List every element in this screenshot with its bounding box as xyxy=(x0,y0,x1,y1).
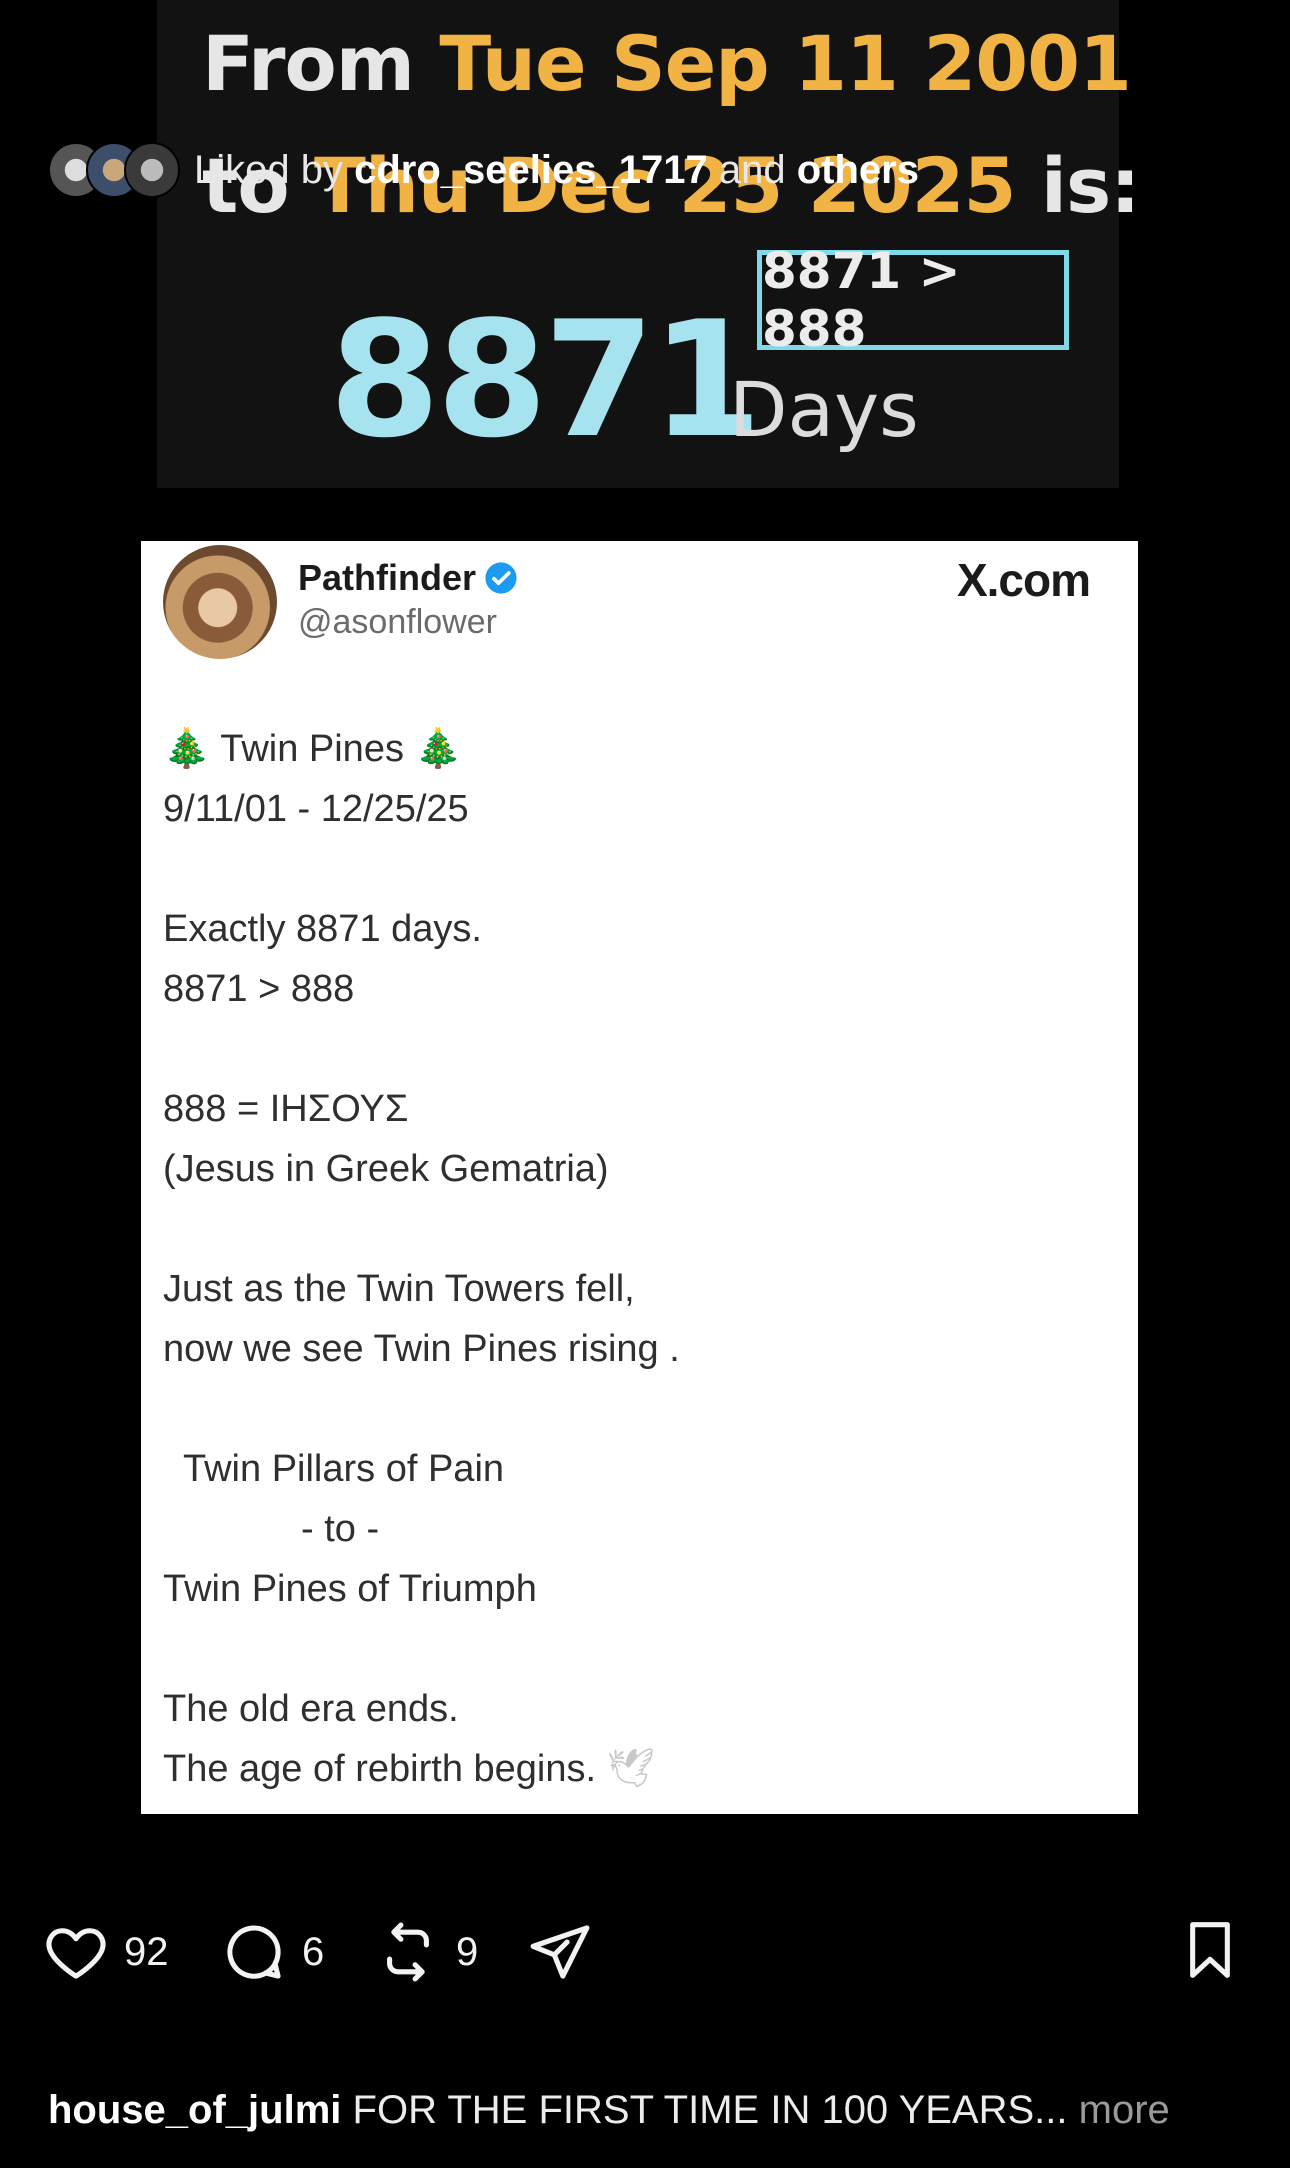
dove-icon: 🕊 xyxy=(606,1748,655,1790)
banner-unit: Days xyxy=(729,365,919,454)
tweet-dates: 9/11/01 - 12/25/25 xyxy=(163,788,469,830)
author-name-row: Pathfinder xyxy=(298,557,518,599)
comment-button[interactable]: 6 xyxy=(220,1918,324,1986)
repost-icon xyxy=(387,1922,429,1982)
tweet-text: 🎄 Twin Pines 🎄 9/11/01 - 12/25/25 Exactl… xyxy=(163,719,1113,1799)
tree-icon: 🎄 xyxy=(414,728,462,770)
source-label: X.com xyxy=(956,554,1091,606)
banner-start-date: Tue Sep 11 2001 xyxy=(439,19,1131,108)
send-icon xyxy=(530,1925,590,1979)
tweet-to: - to - xyxy=(301,1508,380,1550)
banner-day-count: 8871 xyxy=(329,286,762,473)
caption-username-link[interactable]: house_of_julmi xyxy=(48,2088,341,2132)
tweet-triumph: Twin Pines of Triumph xyxy=(163,1568,537,1610)
banner-line-from: From Tue Sep 11 2001 xyxy=(202,26,1132,102)
liked-by-prefix: Liked by xyxy=(194,147,343,192)
like-count: 92 xyxy=(124,1929,169,1974)
tweet-rebirth-row: The age of rebirth begins. 🕊 xyxy=(163,1739,1113,1799)
tweet-pines-rising: now we see Twin Pines rising . xyxy=(163,1328,680,1370)
heart-icon xyxy=(46,1928,106,1979)
banner-image: From Tue Sep 11 2001 to Thu Dec 25 2025 … xyxy=(157,0,1141,488)
like-button[interactable]: 92 xyxy=(42,1918,169,1986)
tweet-exact-days: Exactly 8871 days. xyxy=(163,908,482,950)
liker-avatars xyxy=(48,142,180,198)
avatar xyxy=(163,545,277,659)
tweet-line-title: 🎄 Twin Pines 🎄 xyxy=(163,719,1113,779)
share-button[interactable] xyxy=(526,1918,594,1986)
post-caption: house_of_julmi FOR THE FIRST TIME IN 100… xyxy=(48,2088,1170,2133)
verified-badge-icon xyxy=(485,562,517,594)
banner-comparison-box: 8871 > 888 xyxy=(757,242,1069,358)
tweet-title: Twin Pines xyxy=(220,728,404,770)
tweet-compare: 8871 > 888 xyxy=(163,968,355,1010)
caption-more-link[interactable]: more xyxy=(1079,2088,1170,2132)
tweet-greek: 888 = ΙΗΣΟΥΣ xyxy=(163,1088,409,1130)
tweet-towers: Just as the Twin Towers fell, xyxy=(163,1268,635,1310)
comment-icon xyxy=(227,1925,281,1979)
tree-icon: 🎄 xyxy=(163,728,211,770)
liked-by-user-link[interactable]: cdro_seelies_1717 xyxy=(354,148,708,193)
liked-by-row[interactable]: Liked by cdro_seelies_1717 and others xyxy=(48,142,919,198)
liked-by-others-link[interactable]: others xyxy=(797,148,919,193)
repost-count: 9 xyxy=(456,1929,479,1974)
bookmark-icon xyxy=(1190,1922,1230,1978)
caption-text: FOR THE FIRST TIME IN 100 YEARS... xyxy=(352,2088,1068,2132)
author-handle: @asonflower xyxy=(298,603,497,641)
tweet-rebirth: The age of rebirth begins. xyxy=(163,1748,597,1790)
liked-by-and: and xyxy=(718,147,786,192)
repost-button[interactable]: 9 xyxy=(374,1918,478,1986)
avatar xyxy=(124,142,180,198)
tweet-era: The old era ends. xyxy=(163,1688,459,1730)
tweet-pillars: Twin Pillars of Pain xyxy=(183,1448,505,1490)
banner-from-word: From xyxy=(202,19,415,108)
tweet-greek-note: (Jesus in Greek Gematria) xyxy=(163,1148,609,1190)
banner-is-word: is: xyxy=(1040,141,1141,230)
comment-count: 6 xyxy=(302,1929,325,1974)
save-button[interactable] xyxy=(1178,1916,1242,1989)
author-name: Pathfinder xyxy=(298,557,477,598)
tweet-card: Pathfinder @asonflower X.com 🎄 Twin Pine… xyxy=(141,541,1138,1814)
